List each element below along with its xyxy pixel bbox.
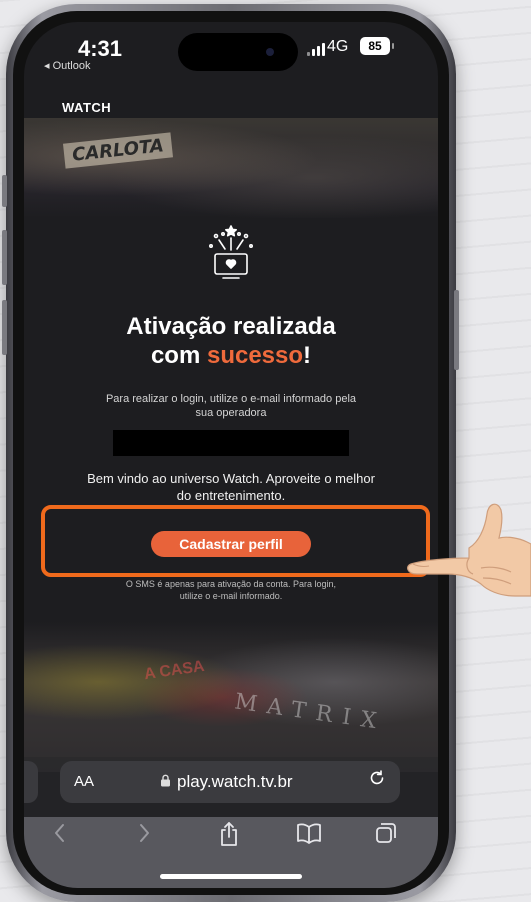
back-to-app-link[interactable]: ◂ Outlook <box>44 59 91 72</box>
title-line-2: com sucesso! <box>150 342 312 369</box>
page-title: Ativação realizada com sucesso! <box>24 312 438 370</box>
welcome-message: Bem vindo ao universo Watch. Aproveite o… <box>87 471 375 503</box>
share-icon[interactable] <box>218 821 240 853</box>
highlight-annotation <box>41 505 430 577</box>
dynamic-island <box>178 33 298 71</box>
tabs-icon[interactable] <box>374 821 398 851</box>
redacted-email <box>113 430 349 456</box>
url-field[interactable]: play.watch.tv.br <box>160 772 293 792</box>
power-button <box>454 290 459 370</box>
brand-logo[interactable]: WATCH <box>62 100 111 115</box>
phone-screen: 4:31 ◂ Outlook 4G 85 WATCH CARLOTA Ativa… <box>24 22 438 888</box>
battery-icon: 85 <box>360 37 394 55</box>
action-button <box>2 175 7 207</box>
forward-icon[interactable] <box>136 821 152 851</box>
sms-note: O SMS é apenas para ativação da conta. P… <box>125 579 337 601</box>
hero-banner-top: CARLOTA <box>24 118 438 218</box>
address-bar[interactable]: AA play.watch.tv.br <box>60 761 400 803</box>
volume-down-button <box>2 300 7 355</box>
signal-icon <box>307 43 325 56</box>
lock-icon <box>160 772 171 792</box>
previous-tab-preview[interactable] <box>24 761 38 803</box>
url-text: play.watch.tv.br <box>177 772 293 791</box>
login-instruction: Para realizar o login, utilize o e-mail … <box>105 393 357 419</box>
hero-banner-bottom: A CASA MATRIX <box>24 622 438 772</box>
pointing-hand-icon <box>407 503 531 597</box>
title-highlight: sucesso <box>206 342 304 369</box>
network-type: 4G <box>327 38 349 55</box>
poster-title-casa: A CASA <box>143 657 206 684</box>
poster-title: CARLOTA <box>62 132 173 169</box>
status-bar: 4:31 ◂ Outlook 4G 85 <box>24 22 438 92</box>
poster-title-matrix: MATRIX <box>233 689 388 736</box>
reload-icon[interactable] <box>368 769 386 793</box>
bookmarks-icon[interactable] <box>296 821 322 851</box>
tv-heart-icon <box>209 225 253 279</box>
volume-up-button <box>2 230 7 285</box>
back-icon[interactable] <box>52 821 68 851</box>
title-line-1: Ativação realizada <box>126 313 336 340</box>
address-bar-area: AA play.watch.tv.br <box>24 757 438 817</box>
home-indicator <box>160 874 302 879</box>
text-size-button[interactable]: AA <box>74 773 94 790</box>
